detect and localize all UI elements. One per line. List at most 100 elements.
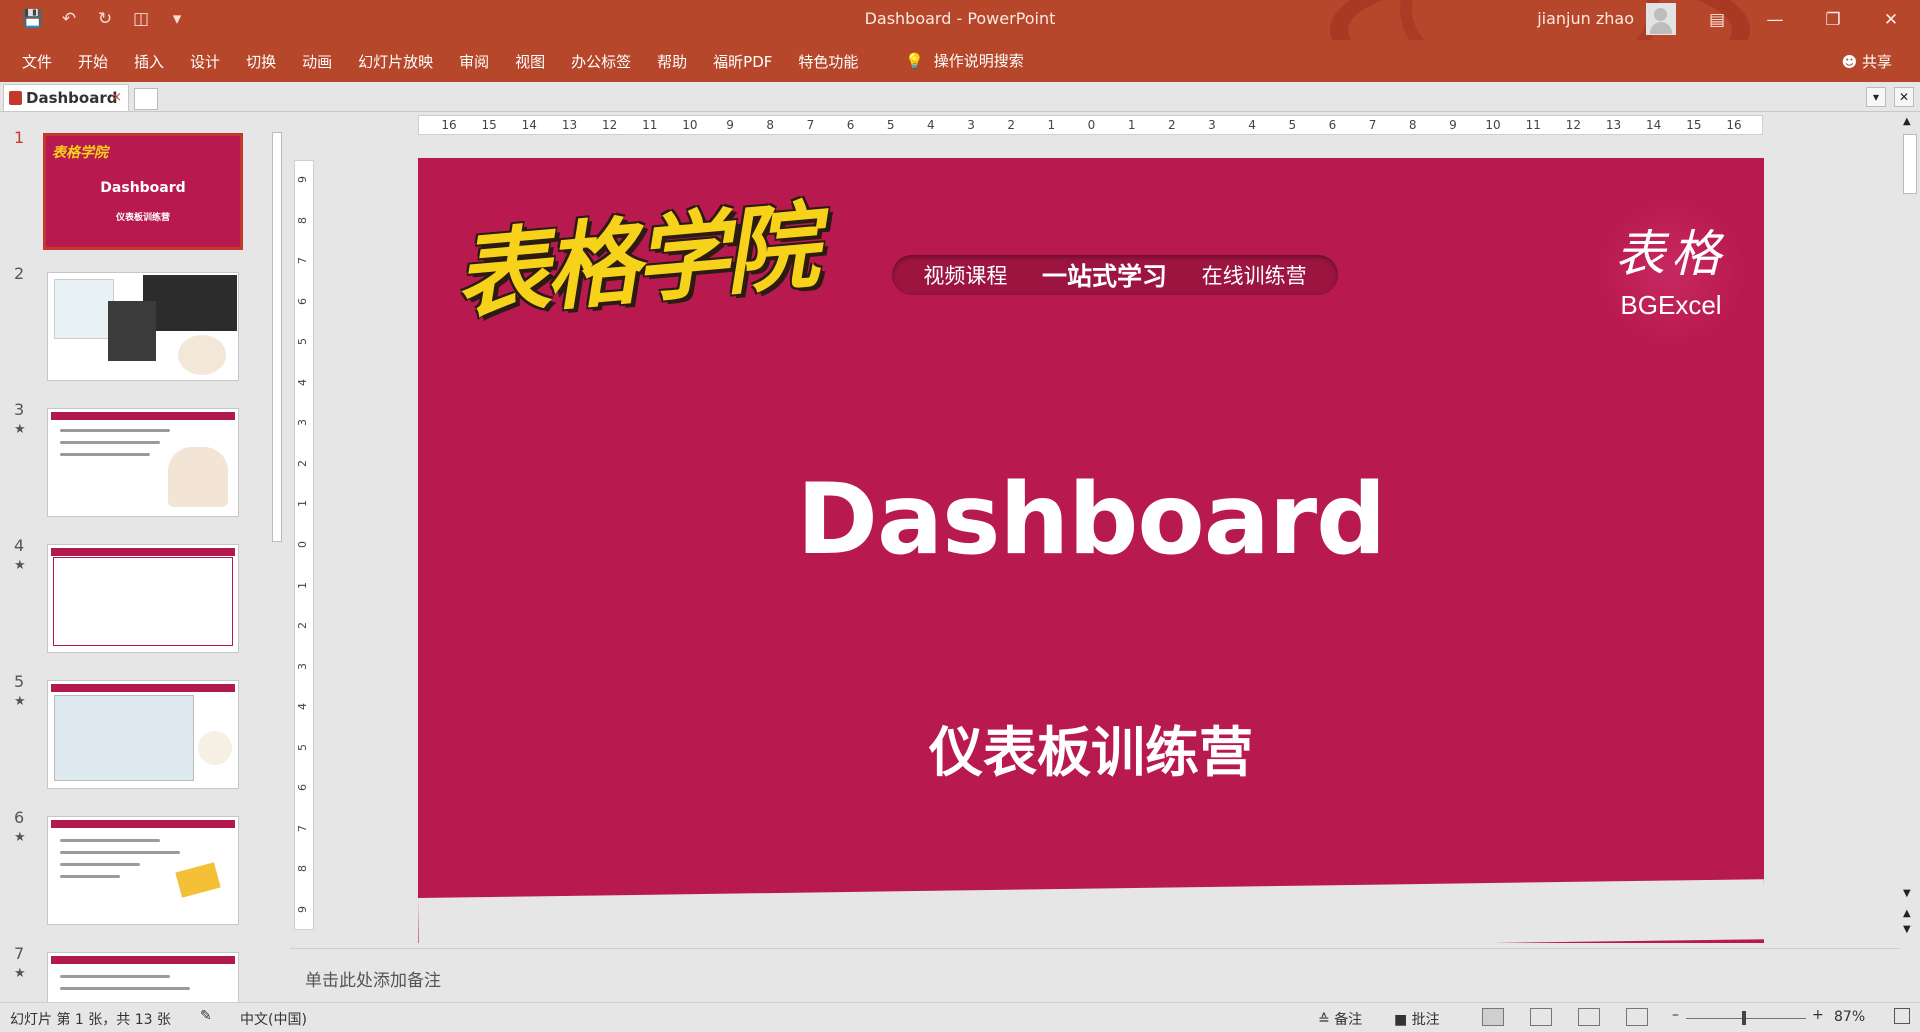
slide-thumbnail-4[interactable] (47, 544, 239, 653)
slide-canvas[interactable]: 表格学院 视频课程 一站式学习 在线训练营 表格 BGExcel Dashboa… (418, 158, 1764, 943)
thumb2-cartoon (54, 279, 114, 339)
tab-file[interactable]: 文件 (22, 51, 52, 72)
notes-button[interactable]: ≙ 备注 (1318, 1009, 1362, 1029)
slide-thumbnail-7[interactable] (47, 952, 239, 1002)
thumb-text-line (60, 851, 180, 854)
slide-thumbnail-6[interactable] (47, 816, 239, 925)
zoom-level[interactable]: 87% (1834, 1009, 1865, 1025)
notes-icon: ≙ (1318, 1012, 1330, 1028)
thumb2-photo-2 (108, 301, 156, 361)
tab-insert[interactable]: 插入 (134, 51, 164, 72)
thumb-text-line (60, 453, 150, 456)
lightbulb-icon: 💡 (905, 51, 924, 70)
slide-title[interactable]: Dashboard (418, 463, 1764, 577)
scroll-down-icon[interactable]: ▼ (1903, 888, 1911, 899)
close-document-icon[interactable]: ✕ (1894, 87, 1914, 107)
spelling-check-icon[interactable]: ✎ (200, 1008, 212, 1024)
ruler-tick-label: 10 (1485, 118, 1501, 132)
tab-office-tabs[interactable]: 办公标签 (571, 51, 631, 72)
close-tab-icon[interactable]: × (111, 90, 122, 105)
slide-logo-text: 表格学院 (450, 192, 819, 333)
document-tab[interactable]: Dashboard × (3, 84, 129, 111)
thumb-text-line (60, 839, 160, 842)
minimize-icon[interactable]: — (1746, 0, 1804, 40)
ruler-tick-label: 2 (296, 622, 309, 630)
ruler-tick-label: 5 (1288, 118, 1297, 132)
user-name[interactable]: jianjun zhao (1537, 9, 1634, 28)
normal-view-icon[interactable] (1482, 1008, 1504, 1026)
document-tab-label: Dashboard (26, 89, 118, 107)
thumb5-map (54, 695, 194, 781)
bgexcel-seal-logo: 表格 BGExcel (1593, 194, 1749, 350)
slide-number: 5 (14, 672, 25, 691)
ruler-tick-label: 3 (296, 662, 309, 670)
ruler-tick-label: 3 (296, 419, 309, 427)
next-slide-icon[interactable]: ▼ (1903, 924, 1911, 935)
language[interactable]: 中文(中国) (240, 1009, 307, 1029)
slide-number: 6 (14, 808, 25, 827)
seal-calligraphy: 表格 (1615, 225, 1727, 283)
ruler-tick-label: 5 (296, 338, 309, 346)
share-button[interactable]: ☻ 共享 (1842, 51, 1892, 72)
tab-special-features[interactable]: 特色功能 (798, 51, 858, 72)
comment-icon: ■ (1394, 1012, 1408, 1028)
slide-number: 3 (14, 400, 25, 419)
zoom-in-icon[interactable]: + (1812, 1007, 1824, 1023)
slideshow-view-icon[interactable] (1626, 1008, 1648, 1026)
tab-slideshow[interactable]: 幻灯片放映 (358, 51, 433, 72)
slide-bottom-edge (418, 879, 1764, 943)
slide-subtitle[interactable]: 仪表板训练营 (418, 708, 1764, 787)
tab-design[interactable]: 设计 (190, 51, 220, 72)
ruler-tick-label: 9 (1449, 118, 1457, 132)
close-icon[interactable]: ✕ (1862, 0, 1920, 40)
ruler-tick-label: 4 (296, 703, 309, 711)
thumb-header-bar (51, 412, 235, 420)
reading-view-icon[interactable] (1578, 1008, 1600, 1026)
tab-list-chevron-icon[interactable]: ▾ (1866, 87, 1886, 107)
zoom-slider[interactable]: – + (1672, 1007, 1824, 1027)
fit-to-window-icon[interactable] (1894, 1008, 1910, 1024)
ruler-tick-label: 4 (1248, 118, 1256, 132)
slide-thumbnail-3[interactable] (47, 408, 239, 517)
slide-sorter-icon[interactable] (1530, 1008, 1552, 1026)
ruler-tick-label: 0 (1087, 118, 1096, 132)
ruler-tick-label: 16 (441, 118, 457, 132)
ruler-tick-label: 11 (1525, 118, 1541, 132)
ruler-tick-label: 8 (296, 865, 309, 873)
slide-thumbnail-2[interactable] (47, 272, 239, 381)
thumb1-logo: 表格学院 (52, 145, 108, 161)
thumbnails-scrollbar[interactable] (268, 112, 286, 1002)
previous-slide-icon[interactable]: ▲ (1903, 908, 1911, 919)
tab-home[interactable]: 开始 (78, 51, 108, 72)
scrollbar-thumb[interactable] (272, 132, 282, 542)
slide-thumbnail-1[interactable]: 表格学院 Dashboard 仪表板训练营 (43, 133, 243, 250)
ruler-tick-label: 16 (1726, 118, 1742, 132)
notes-pane[interactable]: 单击此处添加备注 (290, 948, 1900, 1003)
thumb-header-bar (51, 548, 235, 556)
tab-review[interactable]: 审阅 (459, 51, 489, 72)
tell-me-search[interactable]: 💡 操作说明搜索 (905, 50, 1024, 71)
tab-help[interactable]: 帮助 (657, 51, 687, 72)
restore-icon[interactable]: ❐ (1804, 0, 1862, 40)
editor-scrollbar[interactable]: ▲ ▼ ▲ ▼ (1900, 112, 1920, 948)
zoom-track[interactable] (1686, 1018, 1806, 1019)
tab-transitions[interactable]: 切换 (246, 51, 276, 72)
avatar[interactable] (1646, 3, 1676, 35)
ruler-tick-label: 14 (1646, 118, 1662, 132)
scroll-up-icon[interactable]: ▲ (1903, 116, 1911, 127)
slide-thumbnail-5[interactable] (47, 680, 239, 789)
tab-foxit-pdf[interactable]: 福昕PDF (713, 51, 772, 72)
ruler-tick-label: 6 (296, 297, 309, 305)
ruler-tick-label: 9 (726, 118, 734, 132)
view-buttons (1482, 1008, 1648, 1026)
scrollbar-thumb[interactable] (1903, 134, 1917, 194)
ribbon-display-options-icon[interactable]: ▤ (1688, 0, 1746, 40)
zoom-out-icon[interactable]: – (1672, 1007, 1679, 1023)
comments-button[interactable]: ■ 批注 (1394, 1009, 1440, 1029)
thumb-header-bar (51, 684, 235, 692)
animation-star-icon: ★ (14, 694, 26, 709)
tab-animations[interactable]: 动画 (302, 51, 332, 72)
zoom-knob[interactable] (1742, 1011, 1746, 1025)
tab-view[interactable]: 视图 (515, 51, 545, 72)
new-tab-button[interactable] (134, 88, 158, 110)
